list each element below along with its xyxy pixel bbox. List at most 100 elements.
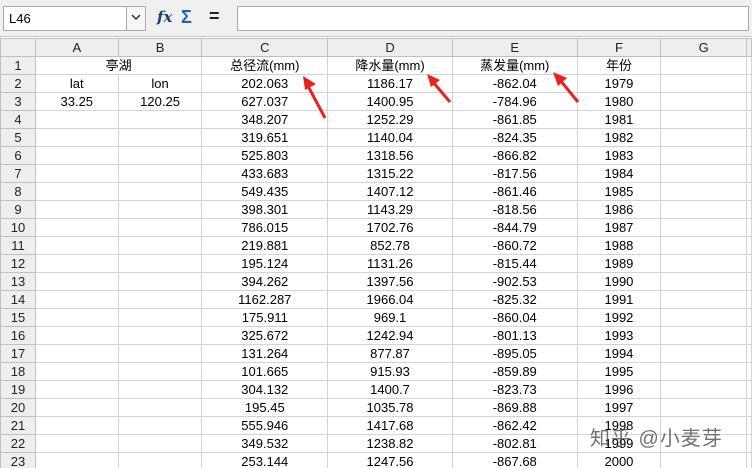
cell-h2[interactable] bbox=[746, 74, 752, 93]
row-header[interactable]: 17 bbox=[0, 344, 36, 363]
cell-f15[interactable]: 1992 bbox=[576, 308, 662, 327]
cell-f3[interactable]: 1980 bbox=[576, 92, 662, 111]
cell-g14[interactable] bbox=[660, 290, 747, 309]
cell-b19[interactable] bbox=[117, 380, 203, 399]
cell-d8[interactable]: 1407.12 bbox=[327, 182, 453, 201]
cell-c15[interactable]: 175.911 bbox=[201, 308, 329, 327]
cell-c19[interactable]: 304.132 bbox=[201, 380, 329, 399]
cell-d17[interactable]: 877.87 bbox=[327, 344, 453, 363]
cell-e18[interactable]: -859.89 bbox=[451, 362, 578, 381]
cell-a12[interactable] bbox=[34, 254, 119, 273]
cell-h10[interactable] bbox=[746, 218, 752, 237]
column-header-d[interactable]: D bbox=[327, 38, 453, 57]
cell-h3[interactable] bbox=[746, 92, 752, 111]
cell-d20[interactable]: 1035.78 bbox=[327, 398, 453, 417]
cell-g15[interactable] bbox=[660, 308, 747, 327]
cell-e8[interactable]: -861.46 bbox=[451, 182, 578, 201]
cell-b4[interactable] bbox=[117, 110, 203, 129]
cell-a21[interactable] bbox=[34, 416, 119, 435]
cell-f18[interactable]: 1995 bbox=[576, 362, 662, 381]
cell-b7[interactable] bbox=[117, 164, 203, 183]
cell-e9[interactable]: -818.56 bbox=[451, 200, 578, 219]
cell-f13[interactable]: 1990 bbox=[576, 272, 662, 291]
cell-a10[interactable] bbox=[34, 218, 119, 237]
cell-b8[interactable] bbox=[117, 182, 203, 201]
row-header[interactable]: 13 bbox=[0, 272, 36, 291]
cell-b18[interactable] bbox=[117, 362, 203, 381]
cell-h8[interactable] bbox=[746, 182, 752, 201]
cell-f14[interactable]: 1991 bbox=[576, 290, 662, 309]
row-header[interactable]: 12 bbox=[0, 254, 36, 273]
cell-e16[interactable]: -801.13 bbox=[451, 326, 578, 345]
cell-a8[interactable] bbox=[34, 182, 119, 201]
select-all-corner[interactable] bbox=[0, 38, 36, 57]
cell-f7[interactable]: 1984 bbox=[576, 164, 662, 183]
cell-e19[interactable]: -823.73 bbox=[451, 380, 578, 399]
cell-d11[interactable]: 852.78 bbox=[327, 236, 453, 255]
cell-c18[interactable]: 101.665 bbox=[201, 362, 329, 381]
cell-e22[interactable]: -802.81 bbox=[451, 434, 578, 453]
cell-d13[interactable]: 1397.56 bbox=[327, 272, 453, 291]
column-header-b[interactable]: B bbox=[117, 38, 203, 57]
cell-g2[interactable] bbox=[660, 74, 747, 93]
cell-c11[interactable]: 219.881 bbox=[201, 236, 329, 255]
cell-h4[interactable] bbox=[746, 110, 752, 129]
column-header-extra[interactable] bbox=[746, 38, 752, 57]
row-header[interactable]: 16 bbox=[0, 326, 36, 345]
cell-d5[interactable]: 1140.04 bbox=[327, 128, 453, 147]
formula-input[interactable] bbox=[237, 6, 749, 31]
cell-c7[interactable]: 433.683 bbox=[201, 164, 329, 183]
cell-c5[interactable]: 319.651 bbox=[201, 128, 329, 147]
cell-f10[interactable]: 1987 bbox=[576, 218, 662, 237]
cell-d9[interactable]: 1143.29 bbox=[327, 200, 453, 219]
cell-h18[interactable] bbox=[746, 362, 752, 381]
cell-d4[interactable]: 1252.29 bbox=[327, 110, 453, 129]
cell-a5[interactable] bbox=[34, 128, 119, 147]
row-header[interactable]: 23 bbox=[0, 452, 36, 468]
row-header[interactable]: 4 bbox=[0, 110, 36, 129]
cell-a22[interactable] bbox=[34, 434, 119, 453]
cell-e21[interactable]: -862.42 bbox=[451, 416, 578, 435]
cell-d23[interactable]: 1247.56 bbox=[327, 452, 453, 468]
cell-a15[interactable] bbox=[34, 308, 119, 327]
cell-h6[interactable] bbox=[746, 146, 752, 165]
cell-h16[interactable] bbox=[746, 326, 752, 345]
cell-a23[interactable] bbox=[34, 452, 119, 468]
cell-g3[interactable] bbox=[660, 92, 747, 111]
row-header[interactable]: 5 bbox=[0, 128, 36, 147]
cell-a13[interactable] bbox=[34, 272, 119, 291]
cell-c17[interactable]: 131.264 bbox=[201, 344, 329, 363]
cell-c1[interactable]: 总径流(mm) bbox=[201, 56, 329, 75]
cell-g18[interactable] bbox=[660, 362, 747, 381]
cell-d21[interactable]: 1417.68 bbox=[327, 416, 453, 435]
cell-b3[interactable]: 120.25 bbox=[117, 92, 203, 111]
cell-d14[interactable]: 1966.04 bbox=[327, 290, 453, 309]
cell-g16[interactable] bbox=[660, 326, 747, 345]
cell-h21[interactable] bbox=[746, 416, 752, 435]
cell-c14[interactable]: 1162.287 bbox=[201, 290, 329, 309]
row-header[interactable]: 18 bbox=[0, 362, 36, 381]
cell-a11[interactable] bbox=[34, 236, 119, 255]
formula-equals-icon[interactable]: = bbox=[209, 6, 227, 28]
cell-h5[interactable] bbox=[746, 128, 752, 147]
cell-d12[interactable]: 1131.26 bbox=[327, 254, 453, 273]
cell-c21[interactable]: 555.946 bbox=[201, 416, 329, 435]
column-header-g[interactable]: G bbox=[660, 38, 747, 57]
column-header-a[interactable]: A bbox=[34, 38, 119, 57]
cell-d19[interactable]: 1400.7 bbox=[327, 380, 453, 399]
cell-f9[interactable]: 1986 bbox=[576, 200, 662, 219]
cell-e12[interactable]: -815.44 bbox=[451, 254, 578, 273]
cell-b15[interactable] bbox=[117, 308, 203, 327]
cell-c22[interactable]: 349.532 bbox=[201, 434, 329, 453]
cell-f2[interactable]: 1979 bbox=[576, 74, 662, 93]
sum-icon[interactable]: Σ bbox=[181, 7, 201, 29]
cell-b14[interactable] bbox=[117, 290, 203, 309]
cell-a9[interactable] bbox=[34, 200, 119, 219]
cell-a7[interactable] bbox=[34, 164, 119, 183]
cell-b9[interactable] bbox=[117, 200, 203, 219]
cell-b23[interactable] bbox=[117, 452, 203, 468]
cell-b21[interactable] bbox=[117, 416, 203, 435]
cell-f12[interactable]: 1989 bbox=[576, 254, 662, 273]
cell-h15[interactable] bbox=[746, 308, 752, 327]
cell-h17[interactable] bbox=[746, 344, 752, 363]
